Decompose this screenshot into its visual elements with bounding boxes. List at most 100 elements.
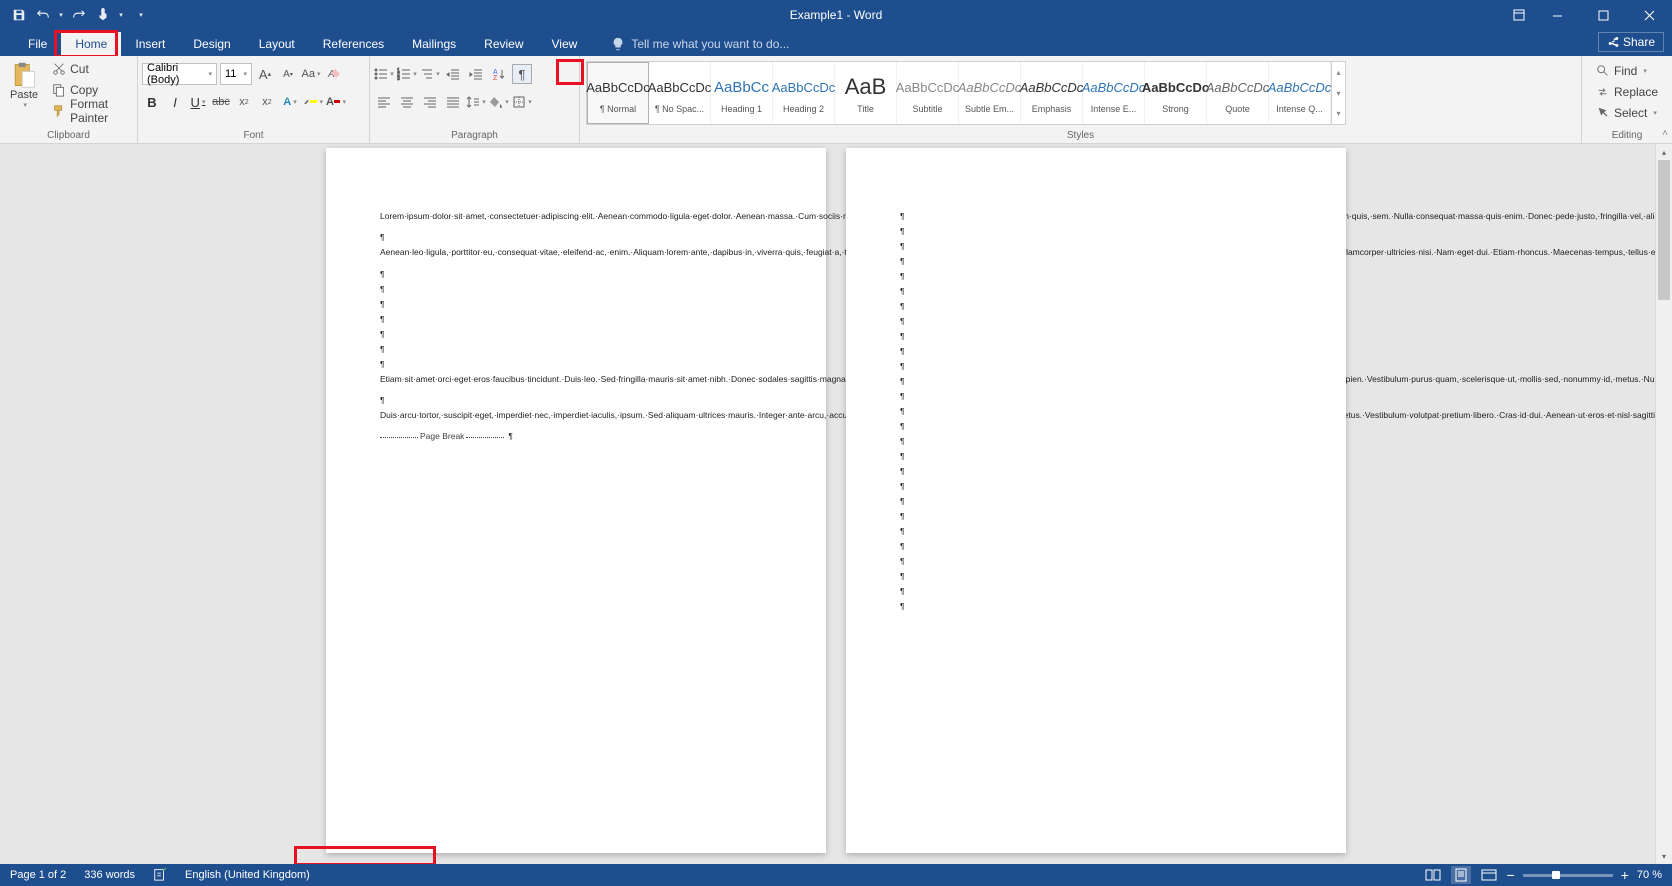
- font-color-button[interactable]: A▾: [326, 92, 346, 112]
- replace-button[interactable]: Replace: [1592, 82, 1662, 102]
- select-button[interactable]: Select▾: [1592, 103, 1662, 123]
- page-2[interactable]: ¶¶¶¶¶¶¶¶¶¶¶¶¶¶¶¶¶¶¶¶¶¶¶¶¶¶¶: [846, 148, 1346, 853]
- qat-customize-icon[interactable]: ▾: [134, 4, 148, 26]
- styles-gallery[interactable]: AaBbCcDc¶ NormalAaBbCcDc¶ No Spac...AaBb…: [586, 61, 1346, 125]
- shading-button[interactable]: ▾: [489, 92, 509, 112]
- style-item[interactable]: AaBbCcDc¶ No Spac...: [649, 62, 711, 124]
- paragraph-2: Aenean·leo·ligula,·porttitor·eu,·consequ…: [380, 246, 772, 258]
- tab-mailings[interactable]: Mailings: [398, 32, 470, 56]
- bullets-button[interactable]: ▾: [374, 64, 394, 84]
- change-case-button[interactable]: Aa▾: [301, 64, 321, 84]
- minimize-button[interactable]: [1534, 0, 1580, 30]
- style-item[interactable]: AaBbCcHeading 1: [711, 62, 773, 124]
- tab-references[interactable]: References: [309, 32, 398, 56]
- bold-button[interactable]: B: [142, 92, 162, 112]
- style-item[interactable]: AaBbCcDcHeading 2: [773, 62, 835, 124]
- highlight-button[interactable]: ▾: [303, 92, 323, 112]
- underline-button[interactable]: U▾: [188, 92, 208, 112]
- word-count[interactable]: 336 words: [84, 869, 135, 881]
- tab-design[interactable]: Design: [179, 32, 244, 56]
- empty-para: ¶: [380, 328, 772, 340]
- borders-button[interactable]: ▾: [512, 92, 532, 112]
- spell-check-icon[interactable]: [153, 867, 167, 884]
- style-item[interactable]: AaBbCcDcStrong: [1145, 62, 1207, 124]
- share-button[interactable]: Share: [1598, 32, 1664, 52]
- style-item[interactable]: AaBTitle: [835, 62, 897, 124]
- ribbon-options-icon[interactable]: [1504, 0, 1534, 30]
- cut-button[interactable]: Cut: [48, 59, 133, 79]
- paste-button[interactable]: Paste ▾: [4, 59, 44, 111]
- vertical-scrollbar[interactable]: ▴ ▾: [1655, 144, 1672, 864]
- empty-para: ¶: [900, 555, 1292, 567]
- scroll-up-icon[interactable]: ▴: [1656, 144, 1672, 160]
- read-mode-icon[interactable]: [1423, 866, 1443, 884]
- numbering-button[interactable]: 123▾: [397, 64, 417, 84]
- shading-icon: [489, 95, 503, 109]
- zoom-out-button[interactable]: −: [1507, 867, 1515, 883]
- zoom-level[interactable]: 70 %: [1637, 869, 1662, 881]
- tab-layout[interactable]: Layout: [245, 32, 309, 56]
- clear-formatting-button[interactable]: A: [324, 64, 344, 84]
- style-item[interactable]: AaBbCcDcSubtle Em...: [959, 62, 1021, 124]
- highlight-page-break: [294, 846, 436, 866]
- align-center-button[interactable]: [397, 92, 417, 112]
- collapse-ribbon-icon[interactable]: ˄: [1662, 128, 1668, 139]
- font-name-select[interactable]: Calibri (Body)▾: [142, 63, 217, 85]
- paragraph-4: Duis·arcu·tortor,·suscipit·eget,·imperdi…: [380, 409, 772, 421]
- style-item[interactable]: AaBbCcDcIntense Q...: [1269, 62, 1331, 124]
- superscript-button[interactable]: x2: [257, 92, 277, 112]
- undo-icon[interactable]: [32, 4, 54, 26]
- ribbon: Paste ▾ Cut Copy Format Painter Clipboar…: [0, 56, 1672, 144]
- text-effects-button[interactable]: A▾: [280, 92, 300, 112]
- language-status[interactable]: English (United Kingdom): [185, 869, 310, 881]
- copy-icon: [52, 83, 66, 97]
- maximize-button[interactable]: [1580, 0, 1626, 30]
- page-count[interactable]: Page 1 of 2: [10, 869, 66, 881]
- style-item[interactable]: AaBbCcDcEmphasis: [1021, 62, 1083, 124]
- multilevel-list-button[interactable]: ▾: [420, 64, 440, 84]
- subscript-button[interactable]: x2: [234, 92, 254, 112]
- web-layout-icon[interactable]: [1479, 866, 1499, 884]
- justify-button[interactable]: [443, 92, 463, 112]
- styles-gallery-more[interactable]: ▴▾▾: [1331, 62, 1345, 124]
- style-item[interactable]: AaBbCcDcIntense E...: [1083, 62, 1145, 124]
- show-hide-pilcrow-button[interactable]: ¶: [512, 64, 532, 84]
- tell-me-search[interactable]: Tell me what you want to do...: [601, 32, 799, 56]
- sort-icon: AZ: [492, 67, 506, 81]
- grow-font-button[interactable]: A▴: [255, 64, 275, 84]
- strikethrough-button[interactable]: abc: [211, 92, 231, 112]
- zoom-in-button[interactable]: +: [1621, 867, 1629, 883]
- italic-button[interactable]: I: [165, 92, 185, 112]
- tab-insert[interactable]: Insert: [121, 32, 179, 56]
- redo-icon[interactable]: [68, 4, 90, 26]
- empty-para: ¶: [900, 390, 1292, 402]
- touch-mode-icon[interactable]: [92, 4, 114, 26]
- font-size-select[interactable]: 11▾: [220, 63, 252, 85]
- lightbulb-icon: [611, 37, 625, 51]
- decrease-indent-button[interactable]: [443, 64, 463, 84]
- align-right-button[interactable]: [420, 92, 440, 112]
- format-painter-button[interactable]: Format Painter: [48, 101, 133, 121]
- undo-dropdown-icon[interactable]: ▾: [56, 4, 66, 26]
- line-spacing-button[interactable]: ▾: [466, 92, 486, 112]
- scroll-thumb[interactable]: [1658, 160, 1670, 300]
- touch-dropdown-icon[interactable]: ▾: [116, 4, 126, 26]
- page-1[interactable]: Lorem·ipsum·dolor·sit·amet,·consectetuer…: [326, 148, 826, 853]
- save-icon[interactable]: [8, 4, 30, 26]
- align-left-button[interactable]: [374, 92, 394, 112]
- find-button[interactable]: Find▾: [1592, 61, 1662, 81]
- print-layout-icon[interactable]: [1451, 866, 1471, 884]
- tab-view[interactable]: View: [538, 32, 592, 56]
- style-item[interactable]: AaBbCcDcQuote: [1207, 62, 1269, 124]
- zoom-slider[interactable]: [1523, 874, 1613, 877]
- increase-indent-button[interactable]: [466, 64, 486, 84]
- tab-review[interactable]: Review: [470, 32, 537, 56]
- style-item[interactable]: AaBbCcDc¶ Normal: [587, 62, 649, 124]
- group-styles: AaBbCcDc¶ NormalAaBbCcDc¶ No Spac...AaBb…: [580, 56, 1582, 143]
- shrink-font-button[interactable]: A▾: [278, 64, 298, 84]
- close-button[interactable]: [1626, 0, 1672, 30]
- font-size-value: 11: [225, 68, 236, 80]
- style-item[interactable]: AaBbCcDcSubtitle: [897, 62, 959, 124]
- scroll-down-icon[interactable]: ▾: [1656, 848, 1672, 864]
- sort-button[interactable]: AZ: [489, 64, 509, 84]
